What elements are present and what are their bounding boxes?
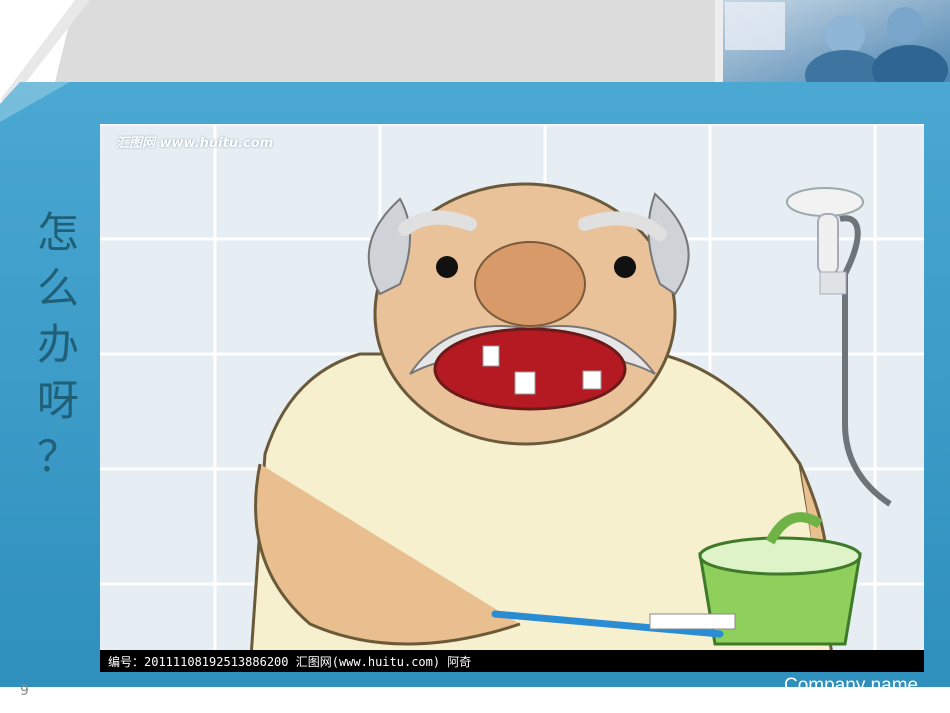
title-char: 么 (36, 264, 79, 313)
image-caption-bar: 编号：20111108192513886200 汇图网(www.huitu.co… (100, 650, 924, 672)
page-number: 9 (20, 683, 29, 699)
title-char: ？ (36, 432, 79, 481)
header-surgeons-photo (715, 0, 950, 82)
watermark-text: 汇图网 www.huitu.com (116, 136, 274, 151)
image-caption-text: 编号：20111108192513886200 汇图网(www.huitu.co… (108, 655, 472, 669)
title-char: 办 (36, 320, 79, 369)
slide-title: 怎 么 办 呀 ？ (28, 205, 88, 485)
title-char: 怎 (36, 208, 79, 257)
company-name: Company name (784, 675, 919, 696)
cartoon-old-man-image: 汇图网 www.huitu.com 编号：2011110819251388620… (100, 124, 924, 672)
title-char: 呀 (36, 376, 79, 425)
